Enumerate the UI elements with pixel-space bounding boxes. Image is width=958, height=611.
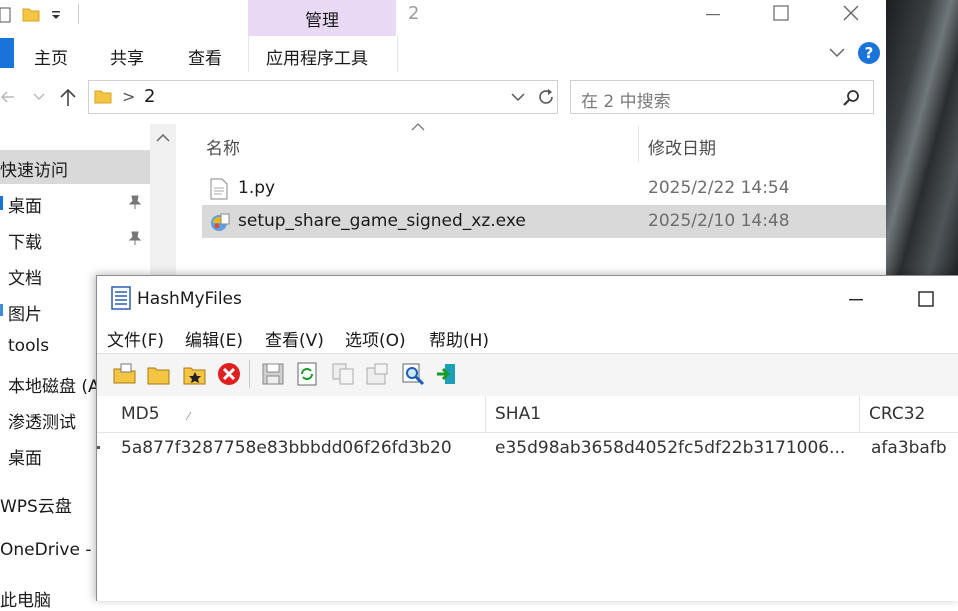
open-folder-icon[interactable]: [147, 362, 171, 386]
hash-maximize-button[interactable]: [911, 284, 941, 314]
pin-icon: [128, 231, 142, 245]
nav-item-pictures[interactable]: 图片: [8, 300, 42, 325]
address-dropdown-icon[interactable]: [510, 92, 526, 104]
file-name: 1.py: [238, 178, 276, 198]
file-date: 2025/2/22 14:54: [648, 178, 790, 198]
tab-share[interactable]: 共享: [110, 44, 144, 69]
properties-icon[interactable]: [365, 362, 389, 386]
nav-item-documents[interactable]: 文档: [8, 264, 42, 289]
sort-indicator-icon: [185, 411, 192, 421]
maximize-icon: [773, 5, 789, 21]
qat-divider: [78, 4, 79, 24]
tab-home[interactable]: 主页: [34, 44, 68, 69]
expand-ribbon-icon[interactable]: [828, 46, 846, 60]
breadcrumb-separator[interactable]: >: [122, 87, 135, 106]
pin-icon: [128, 195, 142, 209]
background-photo: [886, 0, 958, 275]
up-arrow-icon[interactable]: [58, 86, 78, 108]
recent-locations-icon[interactable]: [32, 92, 46, 102]
tab-file[interactable]: [0, 38, 14, 68]
column-divider[interactable]: [638, 126, 639, 162]
hashmyfiles-title: HashMyFiles: [137, 289, 242, 309]
column-divider[interactable]: [859, 396, 860, 432]
column-header-crc32[interactable]: CRC32: [869, 404, 925, 424]
hashmyfiles-window: HashMyFiles 文件(F) 编辑(E) 查看(V) 选项(O) 帮助(H…: [96, 275, 958, 601]
explorer-title-bar: [0, 0, 886, 36]
breadcrumb-current-folder[interactable]: 2: [144, 86, 155, 107]
address-folder-icon: [94, 90, 112, 104]
search-placeholder: 在 2 中搜索: [581, 92, 671, 112]
menu-view[interactable]: 查看(V): [265, 326, 324, 351]
exit-icon[interactable]: [435, 362, 459, 386]
nav-item-desktop[interactable]: 桌面: [8, 192, 42, 217]
back-arrow-icon[interactable]: [0, 88, 16, 106]
hashmyfiles-app-icon: [111, 286, 131, 310]
menu-file[interactable]: 文件(F): [107, 326, 164, 351]
installer-icon: [211, 213, 230, 231]
nav-item-onedrive[interactable]: OneDrive -: [0, 540, 91, 560]
tab-view[interactable]: 查看: [188, 44, 222, 69]
nav-item-this-pc[interactable]: 此电脑: [0, 586, 51, 611]
help-icon[interactable]: ?: [858, 42, 880, 64]
cell-md5[interactable]: 5a877f3287758e83bbbdd06f26fd3b20: [121, 438, 452, 458]
minimize-button[interactable]: [698, 0, 728, 30]
file-name: setup_share_game_signed_xz.exe: [238, 211, 526, 231]
search-input[interactable]: 在 2 中搜索: [570, 80, 874, 114]
cell-sha1[interactable]: e35d98ab3658d4052fc5df22b3171006...: [495, 438, 845, 458]
file-row-selected[interactable]: setup_share_game_signed_xz.exe 2025/2/10…: [202, 205, 886, 238]
hash-minimize-button[interactable]: [841, 284, 871, 314]
add-file-icon[interactable]: [183, 362, 207, 386]
minimize-icon: [706, 14, 720, 16]
close-button[interactable]: [836, 0, 866, 30]
tab-manage[interactable]: 管理: [248, 0, 396, 36]
delete-icon[interactable]: [217, 362, 241, 386]
column-divider[interactable]: [485, 396, 486, 432]
hashmyfiles-toolbar: [97, 353, 958, 397]
nav-item-local-disk[interactable]: 本地磁盘 (A: [8, 372, 100, 397]
cell-crc32[interactable]: afa3bafb: [871, 438, 947, 458]
save-icon[interactable]: [261, 362, 285, 386]
nav-item-quick-access[interactable]: 快速访问: [0, 156, 68, 181]
file-row[interactable]: 1.py 2025/2/22 14:54: [202, 172, 886, 205]
menu-help[interactable]: 帮助(H): [429, 326, 489, 351]
pictures-icon: [0, 304, 3, 316]
tab-manage-label: 管理: [305, 11, 339, 31]
menu-edit[interactable]: 编辑(E): [185, 326, 243, 351]
nav-item-downloads[interactable]: 下载: [8, 228, 42, 253]
folder-icon[interactable]: [22, 5, 40, 23]
refresh-icon[interactable]: [536, 87, 556, 107]
maximize-icon: [918, 291, 934, 307]
column-header-date[interactable]: 修改日期: [648, 134, 716, 159]
refresh-list-icon[interactable]: [295, 362, 319, 386]
scroll-up-icon[interactable]: [150, 128, 176, 148]
quick-access-icon[interactable]: [0, 6, 12, 24]
nav-item-tools[interactable]: tools: [8, 336, 49, 356]
qat-dropdown-icon[interactable]: [50, 8, 64, 22]
nav-item-wps-cloud[interactable]: WPS云盘: [0, 492, 72, 517]
close-icon: [843, 5, 859, 21]
desktop-icon: [0, 196, 3, 210]
tab-application-tools[interactable]: 应用程序工具: [266, 44, 368, 69]
find-icon[interactable]: [401, 362, 425, 386]
column-header-md5[interactable]: MD5: [121, 404, 160, 424]
file-date: 2025/2/10 14:48: [648, 211, 790, 231]
column-header-name[interactable]: 名称: [206, 134, 240, 159]
window-title: 2: [408, 3, 420, 24]
nav-item-desktop-2[interactable]: 桌面: [8, 444, 42, 469]
toolbar-separator: [249, 360, 250, 388]
search-icon[interactable]: [841, 88, 861, 108]
maximize-button[interactable]: [766, 0, 796, 30]
address-bar[interactable]: [88, 80, 558, 114]
minimize-icon: [849, 299, 863, 301]
column-header-sha1[interactable]: SHA1: [495, 404, 541, 424]
sort-ascending-icon: [411, 123, 425, 131]
open-files-icon[interactable]: [113, 362, 137, 386]
copy-icon[interactable]: [331, 362, 355, 386]
row-marker: [97, 446, 100, 449]
menu-options[interactable]: 选项(O): [345, 326, 406, 351]
text-file-icon: [210, 178, 228, 200]
nav-item-pentest[interactable]: 渗透测试: [8, 408, 76, 433]
